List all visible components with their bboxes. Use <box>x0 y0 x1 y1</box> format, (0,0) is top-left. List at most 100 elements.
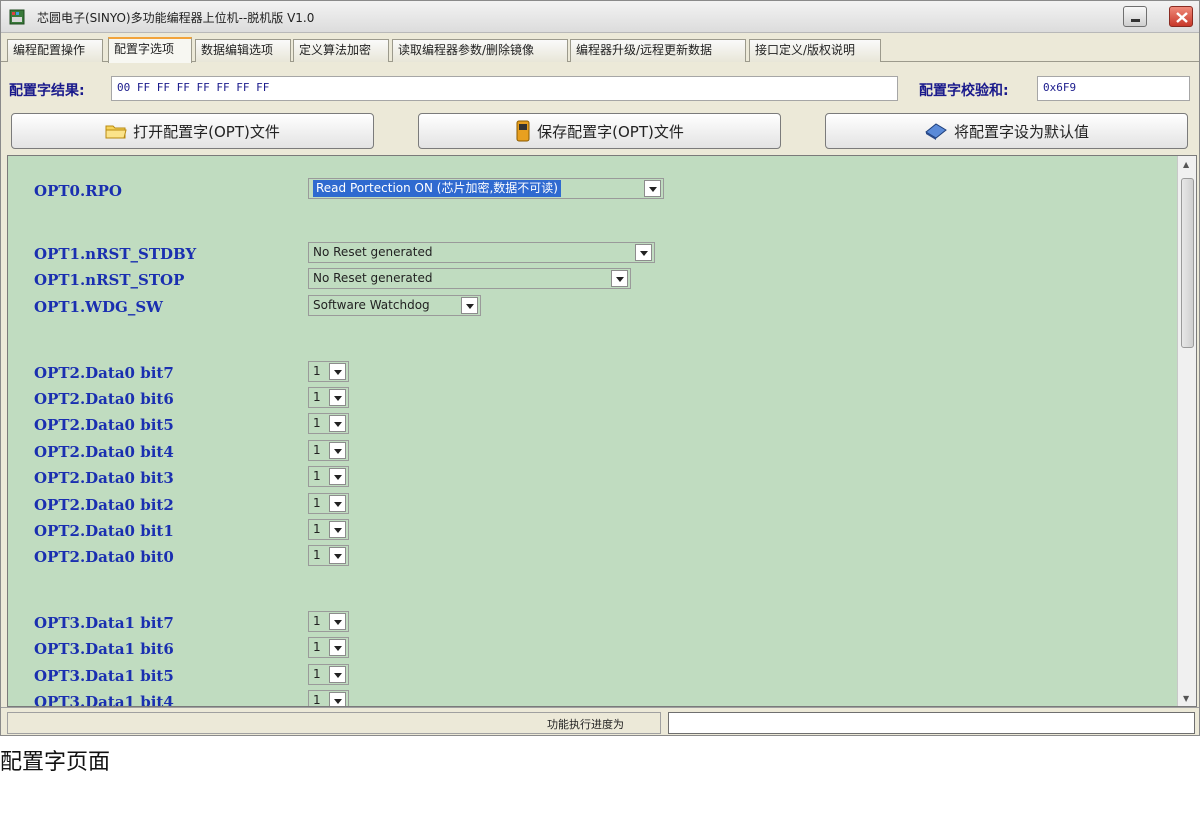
option-label: OPT2.Data0 bit0 <box>34 548 174 566</box>
option-select[interactable]: 1 <box>308 519 349 540</box>
chevron-down-icon <box>611 270 628 287</box>
option-select[interactable]: 1 <box>308 361 349 382</box>
result-field[interactable]: 00 FF FF FF FF FF FF FF <box>111 76 898 101</box>
option-select[interactable]: 1 <box>308 637 349 658</box>
save-opt-label: 保存配置字(OPT)文件 <box>537 122 684 141</box>
option-value: 1 <box>313 614 321 628</box>
app-icon <box>9 9 25 25</box>
option-label: OPT2.Data0 bit3 <box>34 469 174 487</box>
close-icon <box>1176 12 1188 23</box>
scrollbar-thumb[interactable] <box>1181 178 1194 348</box>
option-value: Software Watchdog <box>313 298 430 312</box>
progress-label: 功能执行进度为 <box>547 718 624 731</box>
page-caption: 配置字页面 <box>0 750 111 775</box>
option-value: Read Portection ON (芯片加密,数据不可读) <box>313 180 561 197</box>
close-button[interactable] <box>1169 6 1193 27</box>
option-value: 1 <box>313 667 321 681</box>
option-select[interactable]: 1 <box>308 545 349 566</box>
option-value: 1 <box>313 416 321 430</box>
chevron-down-icon <box>329 547 346 564</box>
scroll-down-icon[interactable]: ▼ <box>1183 694 1189 703</box>
option-label: OPT2.Data0 bit4 <box>34 443 174 461</box>
checksum-label: 配置字校验和: <box>919 83 1009 99</box>
open-opt-label: 打开配置字(OPT)文件 <box>133 122 280 141</box>
option-select[interactable]: 1 <box>308 493 349 514</box>
save-icon <box>516 120 530 142</box>
chevron-down-icon <box>329 613 346 630</box>
option-label: OPT1.nRST_STOP <box>34 271 185 289</box>
option-select[interactable]: 1 <box>308 690 349 707</box>
option-select[interactable]: No Reset generated <box>308 242 655 263</box>
chevron-down-icon <box>461 297 478 314</box>
open-opt-button[interactable]: 打开配置字(OPT)文件 <box>11 113 374 149</box>
option-label: OPT1.nRST_STDBY <box>34 245 197 263</box>
option-select[interactable]: Software Watchdog <box>308 295 481 316</box>
option-label: OPT3.Data1 bit6 <box>34 640 174 658</box>
chevron-down-icon <box>329 639 346 656</box>
eraser-icon <box>925 123 947 140</box>
tab-interface-copyright[interactable]: 接口定义/版权说明 <box>749 39 881 62</box>
window-title: 芯圆电子(SINYO)多功能编程器上位机--脱机版 V1.0 <box>37 11 315 25</box>
option-value: 1 <box>313 522 321 536</box>
status-bar: 功能执行进度为 <box>1 707 1199 735</box>
option-value: No Reset generated <box>313 245 433 259</box>
vertical-scrollbar[interactable]: ▲ ▼ <box>1177 156 1196 706</box>
option-value: 1 <box>313 640 321 654</box>
title-bar[interactable]: 芯圆电子(SINYO)多功能编程器上位机--脱机版 V1.0 <box>1 1 1199 33</box>
option-label: OPT2.Data0 bit7 <box>34 364 174 382</box>
tab-read-params[interactable]: 读取编程器参数/删除镜像 <box>392 39 568 62</box>
tab-program-config[interactable]: 编程配置操作 <box>7 39 103 62</box>
chevron-down-icon <box>329 363 346 380</box>
option-label: OPT3.Data1 bit4 <box>34 693 174 707</box>
tab-bar: 编程配置操作 配置字选项 数据编辑选项 定义算法加密 读取编程器参数/删除镜像 … <box>1 34 1199 63</box>
progress-bar <box>668 712 1195 734</box>
chevron-down-icon <box>635 244 652 261</box>
option-select[interactable]: 1 <box>308 387 349 408</box>
set-default-button[interactable]: 将配置字设为默认值 <box>825 113 1188 149</box>
option-select[interactable]: 1 <box>308 664 349 685</box>
option-select[interactable]: 1 <box>308 440 349 461</box>
option-value: 1 <box>313 443 321 457</box>
chevron-down-icon <box>329 468 346 485</box>
chevron-down-icon <box>329 495 346 512</box>
chevron-down-icon <box>329 521 346 538</box>
result-label: 配置字结果: <box>9 83 85 99</box>
chevron-down-icon <box>644 180 661 197</box>
option-label: OPT2.Data0 bit2 <box>34 496 174 514</box>
chevron-down-icon <box>329 415 346 432</box>
option-label: OPT2.Data0 bit5 <box>34 416 174 434</box>
option-select[interactable]: 1 <box>308 466 349 487</box>
option-label: OPT1.WDG_SW <box>34 298 164 316</box>
tab-upgrade[interactable]: 编程器升级/远程更新数据 <box>570 39 746 62</box>
checksum-field[interactable]: 0x6F9 <box>1037 76 1190 101</box>
option-value: 1 <box>313 548 321 562</box>
option-value: No Reset generated <box>313 271 433 285</box>
option-label: OPT3.Data1 bit7 <box>34 614 174 632</box>
chevron-down-icon <box>329 692 346 706</box>
option-label: OPT3.Data1 bit5 <box>34 667 174 685</box>
option-value: 1 <box>313 496 321 510</box>
option-select[interactable]: Read Portection ON (芯片加密,数据不可读) <box>308 178 664 199</box>
option-value: 1 <box>313 469 321 483</box>
options-panel: OPT0.RPO Read Portection ON (芯片加密,数据不可读)… <box>7 155 1197 707</box>
option-label: OPT0.RPO <box>34 182 122 200</box>
tab-config-options[interactable]: 配置字选项 <box>108 37 192 63</box>
app-window: 芯圆电子(SINYO)多功能编程器上位机--脱机版 V1.0 编程配置操作 配置… <box>0 0 1200 736</box>
option-select[interactable]: 1 <box>308 413 349 434</box>
minimize-button[interactable] <box>1123 6 1147 27</box>
folder-icon <box>105 125 127 139</box>
option-value: 1 <box>313 364 321 378</box>
option-value: 1 <box>313 693 321 707</box>
option-label: OPT2.Data0 bit6 <box>34 390 174 408</box>
option-value: 1 <box>313 390 321 404</box>
tab-data-edit[interactable]: 数据编辑选项 <box>195 39 291 62</box>
scroll-up-icon[interactable]: ▲ <box>1183 160 1189 169</box>
chevron-down-icon <box>329 666 346 683</box>
save-opt-button[interactable]: 保存配置字(OPT)文件 <box>418 113 781 149</box>
set-default-label: 将配置字设为默认值 <box>953 122 1089 141</box>
option-label: OPT2.Data0 bit1 <box>34 522 174 540</box>
option-select[interactable]: 1 <box>308 611 349 632</box>
tab-algorithm-encrypt[interactable]: 定义算法加密 <box>293 39 389 62</box>
option-select[interactable]: No Reset generated <box>308 268 631 289</box>
minimize-icon <box>1131 19 1140 22</box>
